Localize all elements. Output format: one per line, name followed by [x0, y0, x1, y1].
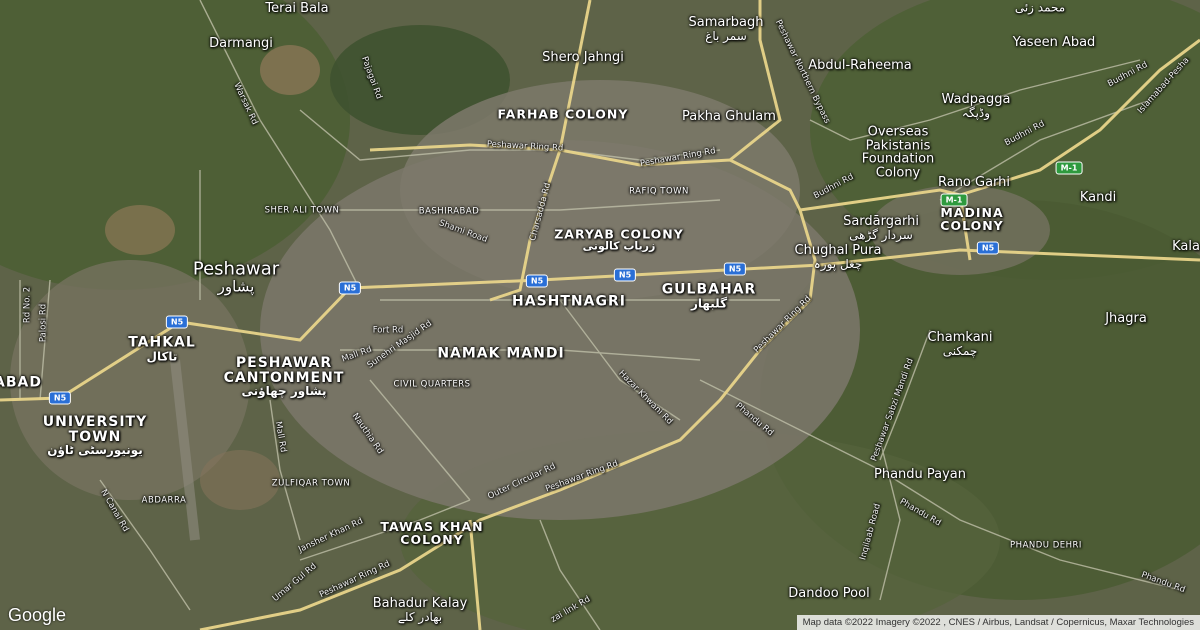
district-gulbahar: GULBAHAR گلبهار: [661, 281, 757, 311]
place-kandi: Kandi: [1079, 190, 1117, 206]
n5-shield-icon: N5: [525, 274, 549, 288]
n5-shield-icon: N5: [976, 241, 1000, 255]
n5-shield-icon: N5: [723, 262, 747, 276]
place-chughal-pura: Chughal Pura چغل پورہ: [794, 242, 882, 271]
google-logo[interactable]: Google: [8, 605, 66, 626]
n5-shield-icon: N5: [613, 268, 637, 282]
road-label: Rd No. 2: [22, 286, 33, 324]
place-wadpagga: Wadpagga وڈپگہ: [941, 91, 1011, 120]
n5-shield-icon: N5: [338, 281, 362, 295]
place-mohammadzai-urdu: محمد زئی: [1014, 0, 1066, 15]
place-abdul-raheema: Abdul-Raheema: [808, 58, 912, 74]
label-bashirabad: BASHIRABAD: [418, 206, 480, 217]
place-phandu-payan: Phandu Payan: [873, 467, 967, 483]
n5-shield-icon: N5: [165, 315, 189, 329]
place-jhagra: Jhagra: [1105, 311, 1147, 327]
district-farhab-colony: FARHAB COLONY: [497, 106, 629, 122]
satellite-map[interactable]: Terai Bala Darmangi Shero Jahngi Samarba…: [0, 0, 1200, 630]
label-zulfiqar-town: ZULFIQAR TOWN: [271, 478, 351, 489]
m1-shield-icon: M-1: [1055, 161, 1083, 175]
place-yaseen-abad: Yaseen Abad: [1012, 35, 1096, 51]
district-abad: ABAD: [0, 374, 42, 391]
place-kala: Kala: [1172, 239, 1200, 255]
road-label: Palosi Rd: [38, 303, 49, 343]
place-darmangi: Darmangi: [209, 36, 273, 52]
map-attribution[interactable]: Map data ©2022 Imagery ©2022 , CNES / Ai…: [796, 615, 1200, 630]
place-dandoo-pool: Dandoo Pool: [788, 586, 870, 602]
district-university-town: UNIVERSITY TOWN یونیورسٹی ٹاؤن: [42, 414, 148, 458]
label-phandu-dehri: PHANDU DEHRI: [1010, 540, 1082, 551]
n5-shield-icon: N5: [48, 391, 72, 405]
place-overseas-pakistanis-foundation-colony: Overseas Pakistanis Foundation Colony: [861, 124, 935, 181]
label-sher-ali-town: SHER ALI TOWN: [264, 205, 340, 216]
place-samarbagh: Samarbagh سمر باغ: [688, 14, 764, 43]
place-sardargarhi: Sardārgarhi سردار گڑھی: [843, 213, 919, 242]
place-chamkani: Chamkani چمکنی: [927, 329, 993, 358]
place-bahadur-kalay: Bahadur Kalay بهادر کلے: [372, 595, 468, 624]
place-peshawar: Peshawar پشاور: [192, 258, 280, 296]
place-shero-jahngi: Shero Jahngi: [542, 50, 624, 66]
district-hashtnagri: HASHTNAGRI: [512, 293, 626, 310]
label-abdarra: ABDARRA: [141, 495, 187, 506]
district-peshawar-cantonment: PESHAWAR CANTONMENT پشاور چهاؤنی: [223, 355, 345, 399]
district-namak-mandi: NAMAK MANDI: [437, 345, 565, 362]
district-zaryab-colony: ZARYAB COLONY زریاب کالونی: [554, 226, 684, 253]
place-pakha-ghulam: Pakha Ghulam: [682, 109, 776, 125]
district-tawas-khan-colony: TAWAS KHAN COLONY: [380, 518, 484, 547]
m1-shield-icon: M-1: [940, 193, 968, 207]
road-label: Fort Rd: [372, 325, 404, 336]
place-terai-bala: Terai Bala: [265, 1, 329, 17]
label-rafiq-town: RAFIQ TOWN: [629, 186, 689, 197]
district-tahkal: TAHKAL تاکال: [128, 334, 196, 364]
place-rano-garhi: Rano Garhi: [937, 175, 1011, 191]
label-civil-quarters: CIVIL QUARTERS: [393, 379, 471, 390]
district-madina-colony: MADINA COLONY: [940, 204, 1004, 233]
